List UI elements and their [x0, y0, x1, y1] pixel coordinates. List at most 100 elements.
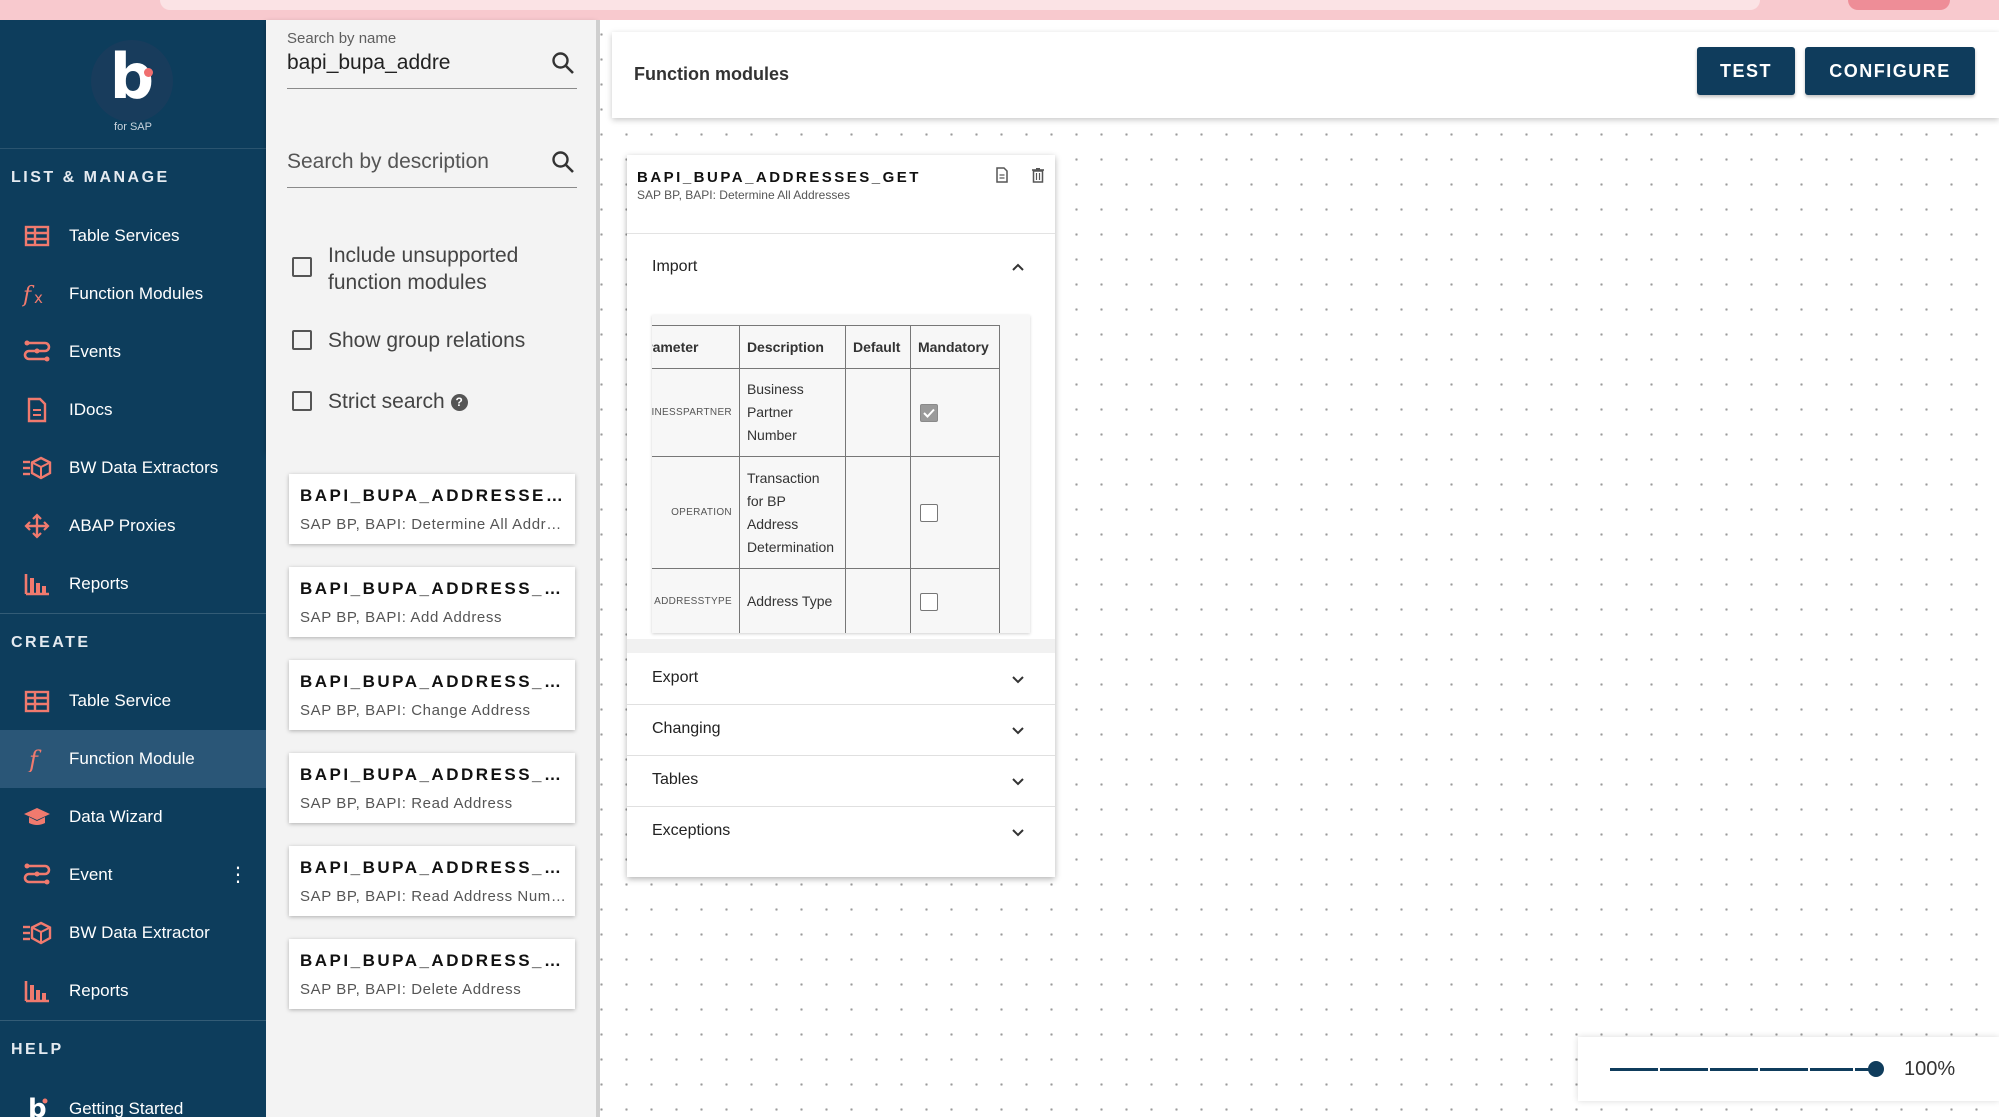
diagram-canvas[interactable]: Function modules TEST CONFIGURE BAPI_BUP… [600, 20, 1999, 1117]
mandatory-checkbox[interactable] [919, 503, 938, 522]
sidebar-item-reports[interactable]: Reports [0, 555, 266, 613]
table-add-icon [22, 688, 52, 714]
result-subtitle: SAP BP, BAPI: Read Address [300, 795, 513, 812]
logo-dot [144, 68, 153, 77]
chevron-up-icon[interactable] [1011, 259, 1025, 277]
list-item[interactable]: BAPI_BUPA_ADDRESS_CHANGE SAP BP, BAPI: C… [289, 660, 575, 730]
bar-chart-icon [22, 571, 52, 597]
tables-label: Tables [652, 771, 699, 788]
exceptions-label: Exceptions [652, 822, 731, 839]
zoom-slider-track[interactable] [1610, 1068, 1876, 1071]
export-label: Export [652, 669, 699, 686]
test-button[interactable]: TEST [1697, 47, 1795, 95]
zoom-tick [1708, 1068, 1710, 1071]
table-icon [22, 223, 52, 249]
cube-extract-icon [22, 920, 52, 946]
document-icon[interactable] [995, 167, 1009, 188]
tables-accordion[interactable]: Tables [627, 755, 1055, 807]
column-header-default: Default [844, 325, 911, 369]
param-name: OPERATION [652, 456, 740, 569]
sidebar-item-events[interactable]: Events [0, 323, 266, 381]
mandatory-checkbox[interactable] [919, 592, 938, 611]
list-item[interactable]: BAPI_BUPA_ADDRESS_ADD SAP BP, BAPI: Add … [289, 567, 575, 637]
result-title: BAPI_BUPA_ADDRESS_GET_NUMBERS [300, 858, 566, 877]
section-create: CREATE [11, 634, 91, 651]
strict-search-checkbox[interactable]: Strict search? [292, 388, 548, 415]
function-module-card[interactable]: BAPI_BUPA_ADDRESSES_GET SAP BP, BAPI: De… [627, 155, 1055, 877]
sidebar-item-idocs[interactable]: IDocs [0, 381, 266, 439]
chevron-down-icon[interactable] [1011, 774, 1025, 792]
sidebar-item-bw-data-extractor[interactable]: BW Data Extractor [0, 904, 266, 962]
result-title: BAPI_BUPA_ADDRESS_CHANGE [300, 672, 566, 691]
include-unsupported-checkbox[interactable]: Include unsupported function modules [292, 242, 548, 296]
sidebar-item-label: Table Service [69, 691, 172, 710]
sidebar-item-table-service[interactable]: Table Service [0, 672, 266, 730]
show-group-relations-label: Show group relations [328, 329, 526, 352]
function-module-name: BAPI_BUPA_ADDRESSES_GET [637, 169, 921, 186]
sidebar-item-bw-data-extractors[interactable]: BW Data Extractors [0, 439, 266, 497]
result-subtitle: SAP BP, BAPI: Change Address [300, 702, 531, 719]
sidebar-item-getting-started[interactable]: b Getting Started [0, 1079, 266, 1117]
sidebar-item-function-module[interactable]: f Function Module [0, 730, 266, 788]
chevron-down-icon[interactable] [1011, 672, 1025, 690]
sidebar-item-label: Getting Started [69, 1099, 184, 1117]
list-item[interactable]: BAPI_BUPA_ADDRESS_REMOVE SAP BP, BAPI: D… [289, 939, 575, 1009]
column-header-description: Description [738, 325, 846, 369]
result-title: BAPI_BUPA_ADDRESS_GETDETAIL [300, 765, 566, 784]
logo-b-icon: b [22, 1093, 52, 1117]
zoom-tick [1853, 1068, 1855, 1071]
changing-label: Changing [652, 720, 721, 737]
changing-accordion[interactable]: Changing [627, 704, 1055, 756]
logo-letter: b [109, 40, 155, 113]
trash-icon[interactable] [1031, 167, 1045, 188]
show-group-relations-checkbox[interactable]: Show group relations [292, 327, 548, 354]
checkbox-box[interactable] [292, 257, 312, 277]
sidebar-item-label: Reports [69, 981, 129, 1000]
top-right-badge[interactable] [1848, 0, 1950, 10]
strict-search-label-wrap: Strict search? [328, 388, 548, 415]
table-row: BUSINESSPARTNER Business Partner Number [652, 368, 1001, 457]
sidebar-item-table-services[interactable]: Table Services [0, 207, 266, 265]
function-fx-icon: fx [22, 281, 52, 307]
mandatory-checkbox-checked[interactable] [919, 403, 938, 422]
sidebar-item-data-wizard[interactable]: Data Wizard [0, 788, 266, 846]
exceptions-accordion[interactable]: Exceptions [627, 806, 1055, 857]
zoom-level-label: 100% [1904, 1058, 1956, 1080]
help-icon[interactable]: ? [450, 393, 468, 411]
configure-button[interactable]: CONFIGURE [1805, 47, 1975, 95]
search-by-description-field[interactable]: Search by description [287, 150, 577, 188]
sidebar-item-label: Event [69, 865, 113, 884]
function-module-description: SAP BP, BAPI: Determine All Addresses [637, 188, 850, 202]
list-item[interactable]: BAPI_BUPA_ADDRESS_GET_NUMBERS SAP BP, BA… [289, 846, 575, 916]
zoom-control: 100% [1578, 1037, 1999, 1101]
sidebar-item-label: Table Services [69, 226, 180, 245]
sidebar-item-reports-create[interactable]: Reports [0, 962, 266, 1020]
address-bar[interactable] [160, 0, 1760, 10]
search-by-name-field[interactable]: Search by name bapi_bupa_addre [287, 30, 577, 89]
sidebar-item-label: ABAP Proxies [69, 516, 176, 535]
import-accordion-header[interactable]: Import [627, 242, 1055, 292]
sidebar-item-abap-proxies[interactable]: ABAP Proxies [0, 497, 266, 555]
param-name: ADDRESSTYPE [652, 568, 740, 633]
chevron-down-icon[interactable] [1011, 825, 1025, 843]
events-icon [22, 862, 52, 888]
cube-extract-icon [22, 455, 52, 481]
search-description-input[interactable]: Search by description [287, 150, 577, 174]
checkbox-box[interactable] [292, 391, 312, 411]
zoom-tick [1758, 1068, 1760, 1071]
sidebar-item-event[interactable]: Event ⋮ [0, 846, 266, 904]
page-title: Function modules [634, 64, 789, 84]
logo[interactable]: b for SAP [0, 20, 266, 149]
search-name-input[interactable]: bapi_bupa_addre [287, 51, 577, 75]
search-icon[interactable] [551, 150, 575, 179]
zoom-slider-thumb[interactable] [1868, 1061, 1884, 1077]
sidebar-item-function-modules[interactable]: fx Function Modules [0, 265, 266, 323]
list-item[interactable]: BAPI_BUPA_ADDRESS_GETDETAIL SAP BP, BAPI… [289, 753, 575, 823]
chevron-down-icon[interactable] [1011, 723, 1025, 741]
search-icon[interactable] [551, 51, 575, 80]
include-unsupported-label: Include unsupported function modules [328, 244, 519, 294]
checkbox-box[interactable] [292, 330, 312, 350]
list-item[interactable]: BAPI_BUPA_ADDRESSES_GET SAP BP, BAPI: De… [289, 474, 575, 544]
export-accordion[interactable]: Export [627, 653, 1055, 705]
more-vertical-icon[interactable]: ⋮ [228, 865, 248, 885]
